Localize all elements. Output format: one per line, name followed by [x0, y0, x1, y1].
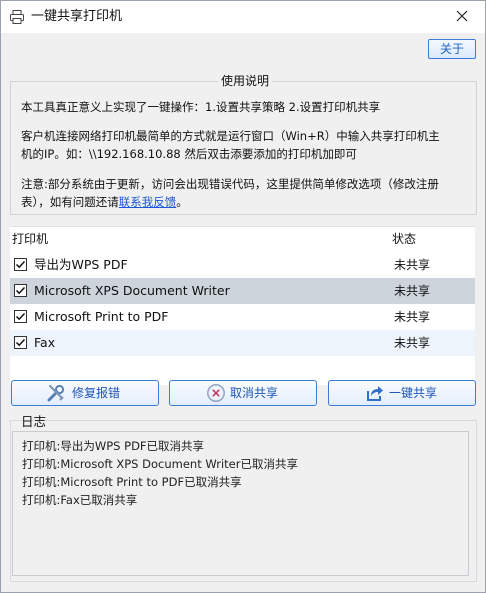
printer-checkbox[interactable] — [14, 336, 27, 349]
window-title: 一键共享打印机 — [31, 9, 123, 24]
usage-legend: 使用说明 — [218, 74, 273, 88]
log-line: 打印机:Fax已取消共享 — [22, 493, 138, 507]
log-output[interactable]: 打印机:导出为WPS PDF已取消共享 打印机:Microsoft XPS Do… — [12, 431, 469, 576]
log-line: 打印机:Microsoft Print to PDF已取消共享 — [22, 475, 242, 489]
printer-status: 未共享 — [394, 258, 431, 272]
repair-button[interactable]: 修复报错 — [11, 380, 159, 406]
share-button[interactable]: 一键共享 — [328, 380, 476, 406]
cancel-circle-icon — [206, 383, 226, 403]
printer-status: 未共享 — [394, 310, 431, 324]
repair-button-label: 修复报错 — [72, 386, 121, 400]
printer-status: 未共享 — [394, 336, 431, 350]
tools-icon — [46, 383, 66, 403]
about-button[interactable]: 关于 — [428, 39, 476, 59]
printer-checkbox[interactable] — [14, 258, 27, 271]
title-bar: 一键共享打印机 — [1, 1, 485, 33]
usage-para-2-line-2: 机的IP。如：\\192.168.10.88 然后双击添要添加的打印机加即可 — [21, 147, 357, 161]
usage-group: 使用说明 本工具真正意义上实现了一键操作：1.设置共享策略 2.设置打印机共享 … — [10, 74, 477, 215]
cancel-share-button-label: 取消共享 — [230, 386, 279, 400]
printer-row[interactable]: Fax 未共享 — [10, 330, 475, 356]
printer-name: 导出为WPS PDF — [34, 257, 128, 272]
printer-checkbox[interactable] — [14, 310, 27, 323]
printer-row[interactable]: 导出为WPS PDF 未共享 — [10, 252, 475, 278]
close-icon — [456, 10, 468, 25]
close-button[interactable] — [439, 1, 485, 33]
usage-para-3-line-2: 表），如有问题还请联系我反馈。 — [21, 193, 473, 211]
log-legend: 日志 — [21, 414, 47, 429]
log-line: 打印机:Microsoft XPS Document Writer已取消共享 — [22, 457, 298, 471]
usage-para-3-line-1: 注意:部分系统由于更新，访问会出现错误代码，这里提供简单修改选项（修改注册 — [21, 177, 439, 191]
share-arrow-icon — [365, 383, 385, 403]
usage-para-3-suffix: 。 — [176, 195, 188, 209]
share-button-label: 一键共享 — [389, 386, 438, 400]
usage-para-1: 本工具真正意义上实现了一键操作：1.设置共享策略 2.设置打印机共享 — [21, 100, 381, 114]
cancel-share-button[interactable]: 取消共享 — [169, 380, 317, 406]
usage-para-3-prefix: 表），如有问题还请 — [21, 195, 119, 209]
printer-name: Fax — [34, 335, 56, 350]
printer-name: Microsoft Print to PDF — [34, 309, 169, 324]
column-header-status: 状态 — [392, 232, 417, 246]
feedback-link[interactable]: 联系我反馈 — [119, 195, 177, 209]
printer-list: 打印机 状态 导出为WPS PDF 未共享 Microsoft XPS Docu… — [10, 226, 475, 385]
printer-row-selected[interactable]: Microsoft XPS Document Writer 未共享 — [10, 278, 475, 304]
log-line: 打印机:导出为WPS PDF已取消共享 — [22, 439, 205, 453]
app-window: 一键共享打印机 关于 使用说明 本工具真正意义上实现了一键操作：1.设置共享策略… — [0, 0, 486, 593]
printer-icon — [9, 9, 25, 25]
printer-row[interactable]: Microsoft Print to PDF 未共享 — [10, 304, 475, 330]
usage-para-2-line-1: 客户机连接网络打印机最简单的方式就是运行窗口（Win+R）中输入共享打印机主 — [21, 129, 440, 143]
printer-checkbox[interactable] — [14, 284, 27, 297]
column-header-printer: 打印机 — [12, 232, 49, 246]
printer-name: Microsoft XPS Document Writer — [34, 283, 230, 298]
printer-status: 未共享 — [394, 284, 431, 298]
client-area: 关于 使用说明 本工具真正意义上实现了一键操作：1.设置共享策略 2.设置打印机… — [1, 33, 485, 592]
